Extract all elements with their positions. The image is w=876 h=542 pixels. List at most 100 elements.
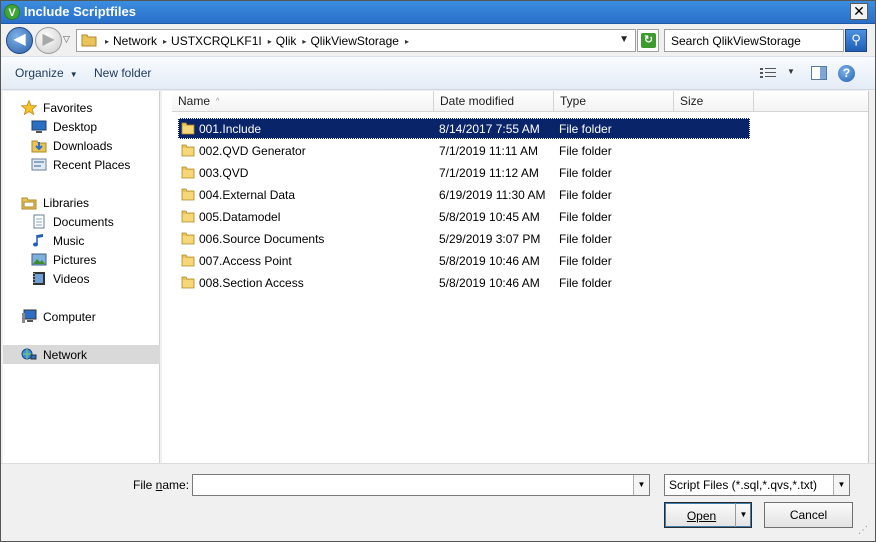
new-folder-button[interactable]: New folder [94,66,151,80]
file-name-dropdown-icon[interactable]: ▼ [633,475,649,495]
file-row[interactable]: 005.Datamodel 5/8/2019 10:45 AM File folde… [178,206,750,227]
date-modified-cell: 5/8/2019 10:45 AM [439,210,540,224]
search-input[interactable]: Search QlikViewStorage [664,29,844,52]
preview-pane-icon[interactable] [811,66,827,80]
folder-icon [181,254,195,267]
window-title: Include Scriptfiles [24,4,136,19]
type-cell: File folder [559,188,612,202]
downloads-icon [31,140,47,153]
back-button[interactable]: ◀ [6,27,33,54]
view-details-icon[interactable] [760,67,776,79]
cancel-button[interactable]: Cancel [764,502,853,528]
folder-icon [181,122,195,135]
file-type-select[interactable]: Script Files (*.sql,*.qvs,*.txt) ▼ [664,474,850,496]
recent-places-icon [31,158,47,171]
music-icon [33,234,43,247]
recent-locations-dropdown-icon[interactable]: ▽ [63,34,70,45]
pictures-icon [31,253,47,266]
breadcrumb-item-network[interactable]: Network [113,34,157,48]
title-bar: V Include Scriptfiles ✕ [0,0,876,24]
file-row[interactable]: 001.Include 8/14/2017 7:55 AM File folder [178,118,750,139]
column-header-size[interactable]: Size [674,91,754,112]
date-modified-cell: 6/19/2019 11:30 AM [439,188,546,202]
type-cell: File folder [559,232,612,246]
folder-icon [181,276,195,289]
resize-grip-icon[interactable]: ⋰ [858,526,872,540]
breadcrumb-item-server[interactable]: USTXCRQLKF1I [171,34,262,48]
right-edge-strip [868,91,876,463]
file-type-value: Script Files (*.sql,*.qvs,*.txt) [669,478,818,492]
type-cell: File folder [559,276,612,290]
file-name-cell: 008.Section Access [199,276,304,290]
open-button[interactable]: Open ▼ [664,502,752,528]
date-modified-cell: 7/1/2019 11:12 AM [439,166,539,180]
breadcrumb-item-qlikviewstorage[interactable]: QlikViewStorage [310,34,399,48]
breadcrumb-separator[interactable]: ▸ [405,37,409,46]
chevron-down-icon: ▼ [69,70,78,79]
date-modified-cell: 5/8/2019 10:46 AM [439,254,540,268]
address-dropdown-icon[interactable]: ▼ [619,34,629,45]
file-row[interactable]: 003.QVD 7/1/2019 11:12 AM File folder [178,162,750,183]
breadcrumb-separator[interactable]: ▸ [268,37,272,46]
file-row[interactable]: 007.Access Point 5/8/2019 10:46 AM File fo… [178,250,750,271]
navigation-pane: Favorites Desktop Downloads Recent Place… [3,91,160,463]
refresh-icon: ↻ [641,33,656,48]
breadcrumb-separator[interactable]: ▸ [163,37,167,46]
file-name-cell: 004.External Data [199,188,296,202]
file-row[interactable]: 004.External Data 6/19/2019 11:30 AM File … [178,184,750,205]
file-row[interactable]: 006.Source Documents 5/29/2019 3:07 PM Fil… [178,228,750,249]
date-modified-cell: 5/8/2019 10:46 AM [439,276,540,290]
breadcrumb-separator[interactable]: ▸ [302,37,306,46]
breadcrumb-item-qlik[interactable]: Qlik [276,34,297,48]
column-header-name-label: Name [178,94,211,108]
file-name-cell: 003.QVD [199,166,249,180]
breadcrumb[interactable]: ▸ Network ▸ USTXCRQLKF1I ▸ Qlik ▸ QlikViewStora… [76,29,636,52]
type-cell: File folder [559,122,612,136]
type-cell: File folder [559,166,612,180]
address-row: ◀ ▶ ▽ ▸ Network ▸ USTXCRQLKF1I ▸ Qlik ▸ QlikVie… [0,24,876,56]
date-modified-cell: 7/1/2019 11:11 AM [439,144,538,158]
organize-button[interactable]: Organize ▼ [15,66,78,80]
command-toolbar: Organize ▼ New folder ▼ ? [0,56,876,90]
folder-icon [181,232,195,245]
column-header-name[interactable]: Name ^ [172,91,434,112]
videos-icon [33,272,45,285]
organize-label: Organize [15,66,64,80]
documents-icon [33,214,45,229]
file-name-input[interactable]: ▼ [192,474,650,496]
qlikview-app-icon: V [4,4,20,20]
sort-ascending-icon: ^ [216,98,220,105]
file-type-dropdown-icon[interactable]: ▼ [833,475,849,495]
help-icon[interactable]: ? [838,65,855,82]
refresh-button[interactable]: ↻ [637,29,659,52]
type-cell: File folder [559,210,612,224]
breadcrumb-separator[interactable]: ▸ [105,37,109,46]
search-icon[interactable]: ⚲ [845,29,867,52]
star-icon [21,100,37,115]
folder-icon [181,188,195,201]
computer-icon [22,309,37,323]
date-modified-cell: 8/14/2017 7:55 AM [439,122,540,136]
file-name-label: File name: [133,478,190,492]
folder-icon [181,210,195,223]
open-split-dropdown-icon[interactable]: ▼ [735,503,751,527]
desktop-icon [31,120,47,133]
file-name-cell: 007.Access Point [199,254,292,268]
folder-icon [181,144,195,157]
view-options-chevron-icon[interactable]: ▼ [787,67,795,76]
file-row[interactable]: 002.QVD Generator 7/1/2019 11:11 AM File f… [178,140,750,161]
file-name-cell: 005.Datamodel [199,210,281,224]
open-button-label: Open [686,509,717,523]
column-header-date-modified[interactable]: Date modified [434,91,554,112]
file-name-cell: 006.Source Documents [199,232,325,246]
date-modified-cell: 5/29/2019 3:07 PM [439,232,541,246]
close-button[interactable]: ✕ [850,3,868,20]
column-header-type[interactable]: Type [554,91,674,112]
type-cell: File folder [559,144,612,158]
libraries-icon [21,197,37,210]
folder-icon [181,166,195,179]
file-name-cell: 002.QVD Generator [199,144,306,158]
file-row[interactable]: 008.Section Access 5/8/2019 10:46 AM File … [178,272,750,293]
forward-button[interactable]: ▶ [35,27,62,54]
folder-icon [81,34,97,47]
